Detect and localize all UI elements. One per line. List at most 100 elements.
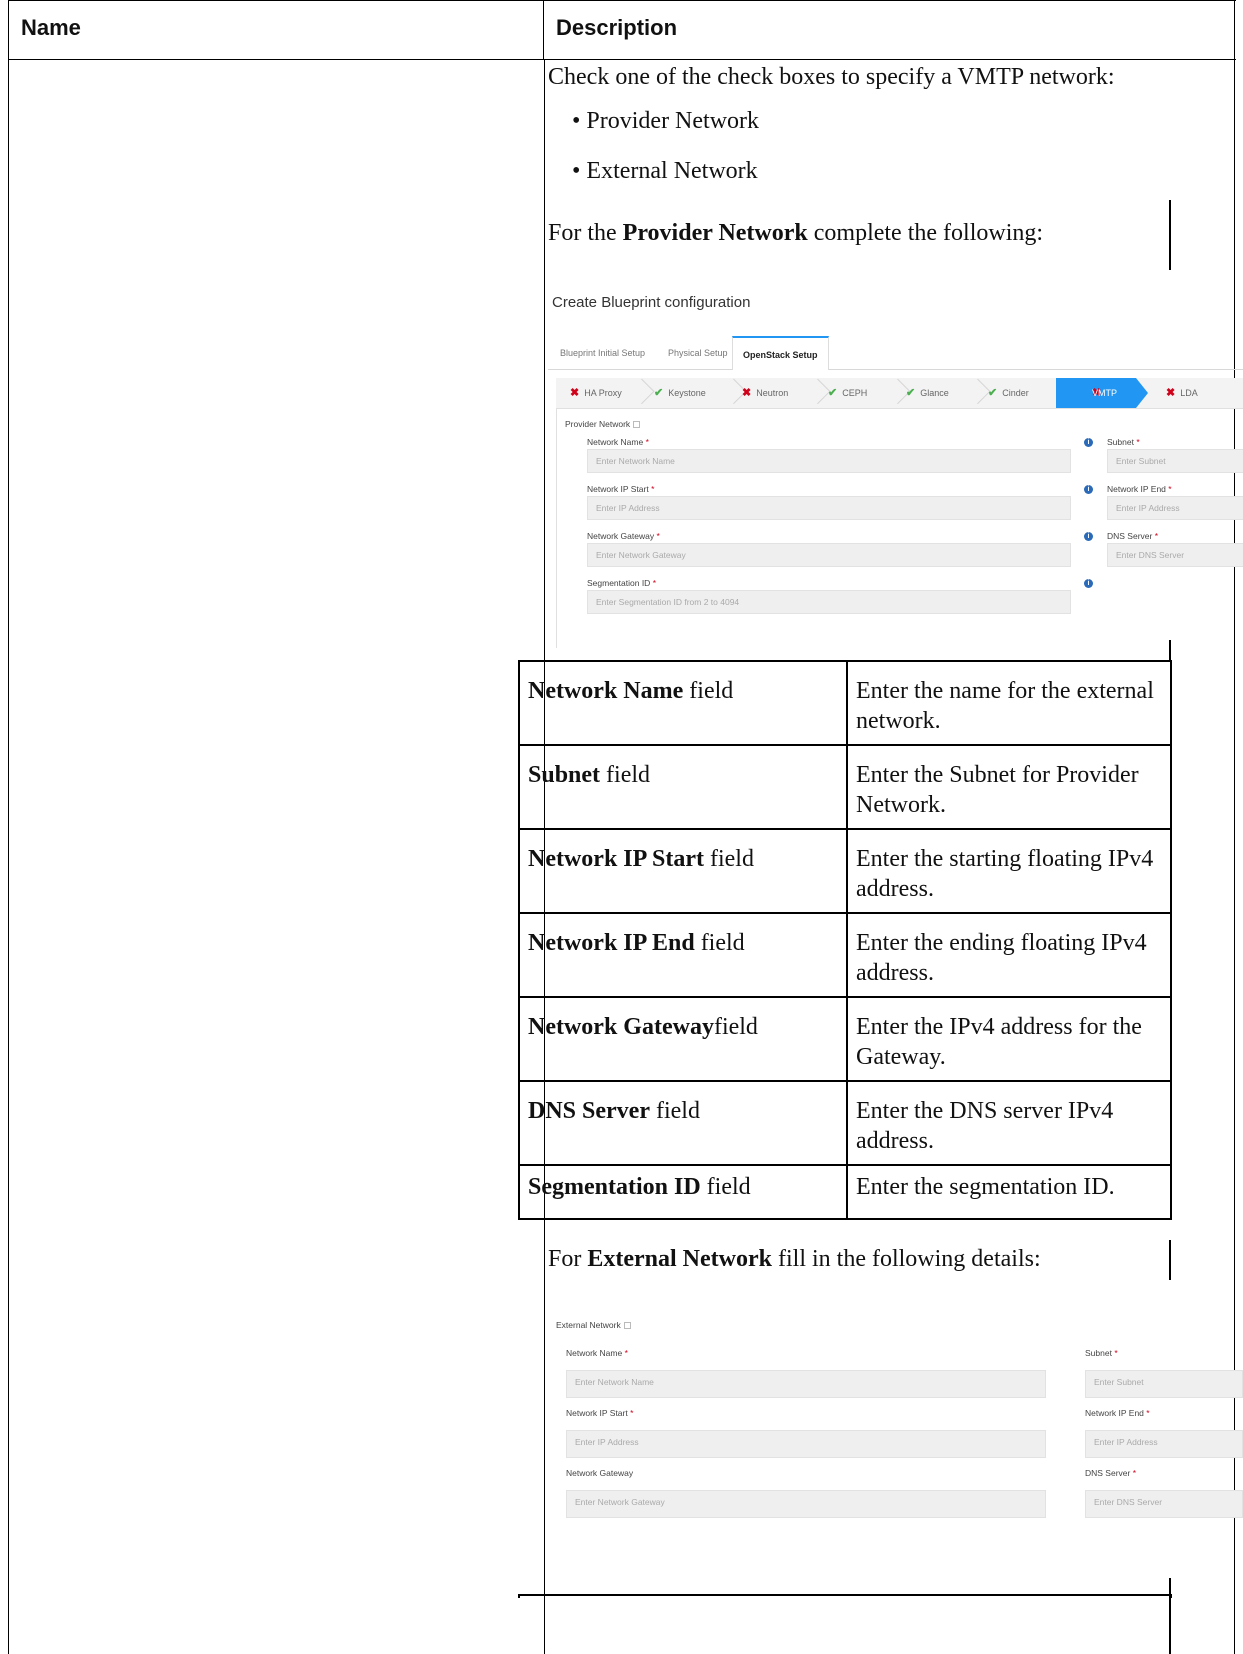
external-para-post: fill in the following details: — [771, 1246, 1041, 1272]
external-network-screenshot: External Network Network Name * Enter Ne… — [548, 1296, 1243, 1576]
info-icon[interactable]: i — [1084, 532, 1093, 541]
subnet-label: Subnet * — [1107, 437, 1140, 447]
error-icon: ✖ — [570, 387, 580, 399]
step-ceph[interactable]: ✔ CEPH — [828, 378, 867, 408]
bullet-external-network: • External Network — [572, 158, 758, 184]
next-table-top — [518, 1594, 1172, 1598]
network-gateway-label: Network Gateway * — [587, 531, 660, 541]
provider-network-checkbox[interactable] — [633, 421, 641, 429]
network-name-label: Network Name * — [566, 1348, 628, 1358]
provider-network-screenshot: Create Blueprint configuration Blueprint… — [548, 278, 1243, 663]
blueprint-title: Create Blueprint configuration — [552, 294, 751, 311]
field-description-cell: Enter the IPv4 address for the Gateway. — [846, 998, 1170, 1080]
check-icon: ✔ — [654, 387, 664, 399]
step-ha-proxy[interactable]: ✖ HA Proxy — [570, 378, 622, 408]
network-name-input[interactable]: Enter Network Name — [587, 449, 1071, 473]
step-cinder[interactable]: ✔ Cinder — [988, 378, 1029, 408]
network-name-label: Network Name * — [587, 437, 649, 447]
step-label: CEPH — [842, 388, 868, 398]
chevron-right-icon — [812, 378, 813, 408]
name-column-header: Name — [9, 1, 544, 60]
network-ip-end-input[interactable]: Enter IP Address — [1107, 496, 1243, 520]
table-row: Network Gatewayfield Enter the IPv4 addr… — [518, 998, 1172, 1082]
field-name-cell: Network Gatewayfield — [528, 1014, 758, 1040]
margin-bar — [1169, 1240, 1171, 1280]
table-row: DNS Server field Enter the DNS server IP… — [518, 1082, 1172, 1166]
network-ip-start-label: Network IP Start * — [566, 1408, 634, 1418]
step-ldap[interactable]: ✖ LDA — [1166, 378, 1198, 408]
tab-openstack-setup[interactable]: OpenStack Setup — [732, 336, 829, 370]
subnet-input[interactable]: Enter Subnet — [1107, 449, 1243, 473]
step-label: HA Proxy — [584, 388, 622, 398]
margin-bar — [1169, 200, 1171, 270]
bullet-provider-network: • Provider Network — [572, 108, 760, 134]
check-icon: ✔ — [828, 387, 838, 399]
step-neutron[interactable]: ✖ Neutron — [742, 378, 788, 408]
table-row: Network Name field Enter the name for th… — [518, 660, 1172, 746]
subnet-input[interactable]: Enter Subnet — [1085, 1370, 1243, 1398]
step-keystone[interactable]: ✔ Keystone — [654, 378, 706, 408]
provider-para-bold: Provider Network — [622, 220, 808, 246]
info-icon[interactable]: i — [1084, 485, 1093, 494]
chevron-right-icon — [728, 378, 729, 408]
field-description-cell: Enter the name for the external network. — [846, 662, 1170, 744]
tab-physical-setup[interactable]: Physical Setup — [668, 348, 728, 358]
field-name-cell: Subnet field — [528, 762, 651, 788]
network-ip-end-input[interactable]: Enter IP Address — [1085, 1430, 1243, 1458]
margin-bar — [1169, 1578, 1171, 1654]
network-gateway-label: Network Gateway — [566, 1468, 634, 1478]
info-icon[interactable]: i — [1084, 579, 1093, 588]
dns-server-input[interactable]: Enter DNS Server — [1085, 1490, 1243, 1518]
network-ip-start-label: Network IP Start * — [587, 484, 655, 494]
check-icon: ✔ — [988, 387, 998, 399]
setup-tabs: Blueprint Initial Setup Physical Setup O… — [548, 336, 1243, 370]
network-name-input[interactable]: Enter Network Name — [566, 1370, 1046, 1398]
provider-para-post: complete the following: — [807, 220, 1044, 246]
error-icon: ✖ — [1166, 387, 1176, 399]
network-ip-end-label: Network IP End * — [1085, 1408, 1150, 1418]
field-description-cell: Enter the DNS server IPv4 address. — [846, 1082, 1170, 1164]
network-ip-start-input[interactable]: Enter IP Address — [587, 496, 1071, 520]
setup-step-wizard: ✖ HA Proxy ✔ Keystone ✖ Neutron ✔ CEPH ✔ Glan… — [556, 378, 1243, 408]
field-description-cell: Enter the segmentation ID. — [846, 1166, 1170, 1218]
table-row: Segmentation ID field Enter the segmenta… — [518, 1166, 1172, 1220]
provider-network-form: Provider Network Network Name * Enter Ne… — [556, 408, 1243, 648]
description-column-header: Description — [556, 15, 678, 40]
info-icon[interactable]: i — [1084, 438, 1093, 447]
field-name-cell: Network Name field — [528, 678, 734, 704]
segmentation-id-input[interactable]: Enter Segmentation ID from 2 to 4094 — [587, 590, 1071, 614]
provider-network-section-label: Provider Network — [565, 419, 641, 429]
table-row: Network IP End field Enter the ending fl… — [518, 914, 1172, 998]
provider-para-pre: For the — [548, 220, 623, 246]
field-description-cell: Enter the ending floating IPv4 address. — [846, 914, 1170, 996]
external-network-checkbox[interactable] — [623, 1322, 631, 1330]
step-label: VMTP — [1092, 388, 1118, 398]
error-icon: ✖ — [742, 387, 752, 399]
dns-server-input[interactable]: Enter DNS Server — [1107, 543, 1243, 567]
step-glance[interactable]: ✔ Glance — [906, 378, 949, 408]
chevron-right-icon — [892, 378, 893, 408]
segmentation-id-label: Segmentation ID * — [587, 578, 657, 588]
table-header-row: Name Description — [9, 0, 1236, 60]
chevron-right-icon — [972, 378, 973, 408]
network-gateway-input[interactable]: Enter Network Gateway — [587, 543, 1071, 567]
intro-text: Check one of the check boxes to specify … — [548, 64, 1115, 90]
dns-server-label: DNS Server * — [1085, 1468, 1137, 1478]
field-name-cell: DNS Server field — [528, 1098, 700, 1124]
step-label: Cinder — [1002, 388, 1029, 398]
network-ip-start-input[interactable]: Enter IP Address — [566, 1430, 1046, 1458]
provider-network-paragraph: For the Provider Network complete the fo… — [548, 218, 1043, 248]
table-row: Subnet field Enter the Subnet for Provid… — [518, 746, 1172, 830]
step-label: Keystone — [668, 388, 706, 398]
tab-blueprint-initial-setup[interactable]: Blueprint Initial Setup — [560, 348, 645, 358]
chevron-right-icon — [636, 378, 637, 408]
step-label: Neutron — [756, 388, 789, 398]
field-description-cell: Enter the Subnet for Provider Network. — [846, 746, 1170, 828]
field-name-cell: Network IP End field — [528, 930, 745, 956]
step-vmtp[interactable]: ✖ VMTP — [1056, 378, 1148, 408]
table-row: Network IP Start field Enter the startin… — [518, 830, 1172, 914]
dns-server-label: DNS Server * — [1107, 531, 1159, 541]
field-name-cell: Segmentation ID field — [528, 1174, 751, 1200]
field-description-cell: Enter the starting floating IPv4 address. — [846, 830, 1170, 912]
network-gateway-input[interactable]: Enter Network Gateway — [566, 1490, 1046, 1518]
